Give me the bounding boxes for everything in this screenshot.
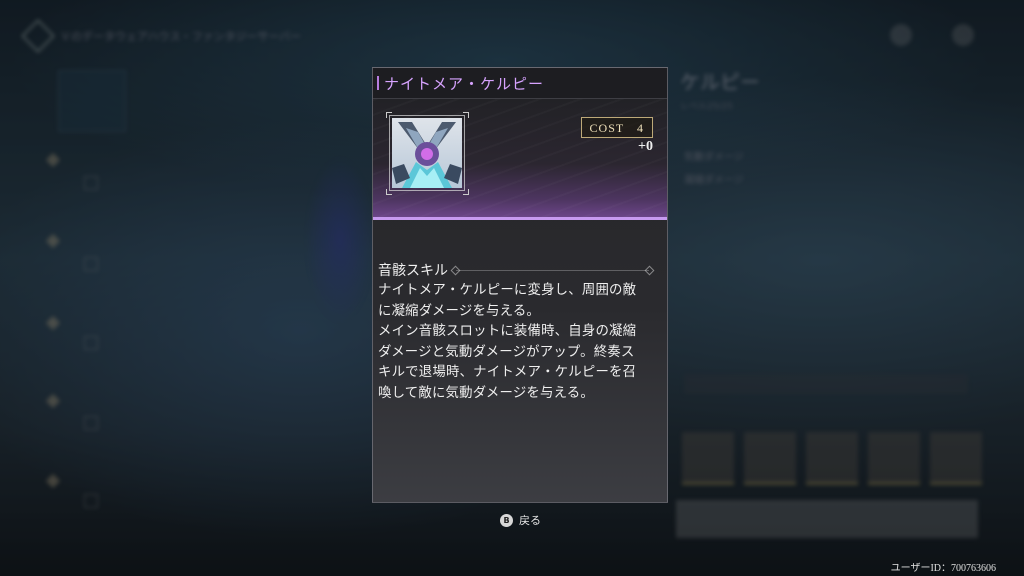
card-header: ナイトメア・ケルピー (373, 68, 667, 99)
back-button[interactable]: B 戻る (500, 512, 541, 528)
back-label: 戻る (519, 514, 541, 527)
section-title: 音骸スキル (378, 263, 448, 279)
upgrade-level: +0 (638, 139, 653, 154)
nightmare-kelpie-portrait-icon (392, 118, 462, 188)
user-id: ユーザーID：700763606 (890, 563, 996, 574)
frame-corner (386, 112, 392, 118)
echo-skill-card: ナイトメア・ケルピー COST 4 +0 音骸スキル ナイトメア・ケルピーに変身… (372, 67, 668, 503)
section-header: 音骸スキル (378, 260, 659, 280)
b-button-icon: B (500, 513, 513, 527)
card-title: ナイトメア・ケルピー (384, 75, 545, 93)
frame-corner (386, 189, 392, 195)
skill-description: ナイトメア・ケルピーに変身し、周囲の敵 に凝縮ダメージを与える。 メイン音骸スロ… (378, 283, 637, 401)
kelpie-art-icon (392, 122, 462, 188)
cost-badge: COST 4 (580, 117, 653, 138)
card-body: 音骸スキル ナイトメア・ケルピーに変身し、周囲の敵 に凝縮ダメージを与える。 メ… (373, 220, 667, 404)
frame-corner (463, 112, 469, 118)
title-accent-bar (377, 76, 379, 90)
frame-corner (463, 189, 469, 195)
echo-icon-frame (389, 115, 465, 191)
card-hero: COST 4 +0 (373, 99, 667, 220)
section-divider (456, 269, 649, 271)
